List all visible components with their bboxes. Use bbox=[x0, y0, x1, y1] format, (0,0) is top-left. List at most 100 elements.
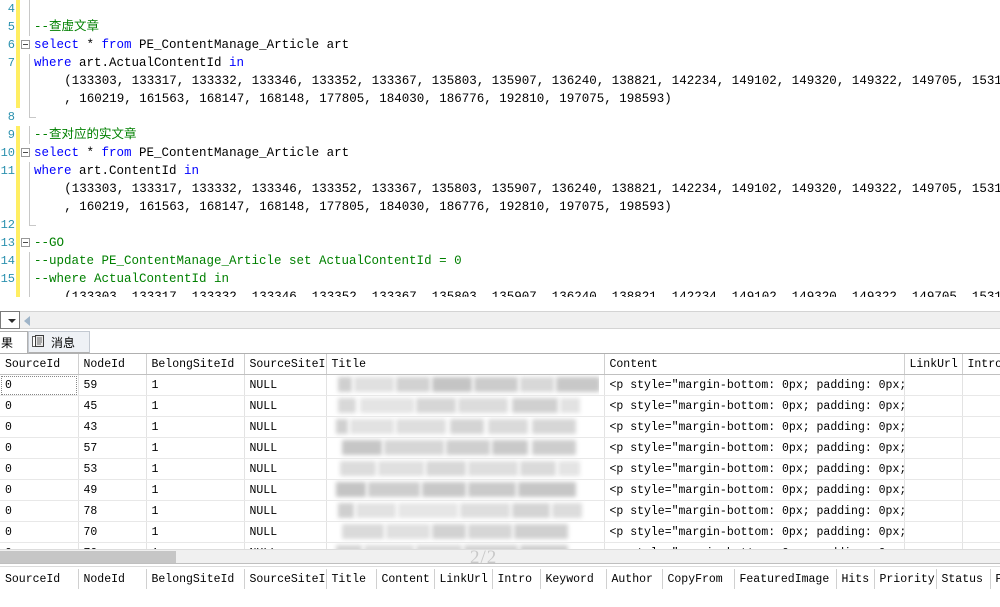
cell-nodeid[interactable]: 70 bbox=[78, 522, 146, 543]
footer-column-header[interactable]: Content bbox=[376, 569, 434, 589]
cell-title-redacted[interactable] bbox=[326, 417, 604, 438]
tab-results[interactable]: 果 bbox=[0, 331, 28, 353]
cell-sourceid[interactable]: 0 bbox=[0, 459, 78, 480]
cell-belongsiteid[interactable]: 1 bbox=[146, 375, 244, 396]
code-line[interactable]: 11where art.ContentId in bbox=[0, 162, 1000, 180]
code-line[interactable]: 13--GO bbox=[0, 234, 1000, 252]
cell-sourcesiteid[interactable]: NULL bbox=[244, 501, 326, 522]
footer-column-header[interactable]: Author bbox=[606, 569, 662, 589]
grid-column-header[interactable]: SourceId bbox=[0, 354, 78, 375]
cell-title-redacted[interactable] bbox=[326, 396, 604, 417]
cell-intro[interactable] bbox=[962, 417, 1000, 438]
editor-results-splitter[interactable] bbox=[0, 297, 1000, 311]
cell-nodeid[interactable]: 49 bbox=[78, 480, 146, 501]
table-row[interactable]: 0431NULL<p style="margin-bottom: 0px; pa… bbox=[0, 417, 1000, 438]
results-view-combo[interactable] bbox=[0, 311, 20, 329]
footer-column-header[interactable]: Priority bbox=[874, 569, 936, 589]
cell-intro[interactable] bbox=[962, 375, 1000, 396]
cell-sourceid[interactable]: 0 bbox=[0, 480, 78, 501]
cell-linkurl[interactable] bbox=[904, 501, 962, 522]
sql-code-area[interactable]: 45--查虚文章6select * from PE_ContentManage_… bbox=[0, 0, 1000, 297]
code-line[interactable]: 7where art.ActualContentId in bbox=[0, 54, 1000, 72]
collapse-toggle-icon[interactable] bbox=[21, 40, 30, 49]
grid-column-header[interactable]: SourceSiteId bbox=[244, 354, 326, 375]
grid-column-header[interactable]: BelongSiteId bbox=[146, 354, 244, 375]
code-line[interactable]: 6select * from PE_ContentManage_Article … bbox=[0, 36, 1000, 54]
table-row[interactable]: 0531NULL<p style="margin-bottom: 0px; pa… bbox=[0, 459, 1000, 480]
table-row[interactable]: 0781NULL<p style="margin-bottom: 0px; pa… bbox=[0, 501, 1000, 522]
cell-belongsiteid[interactable]: 1 bbox=[146, 501, 244, 522]
cell-content[interactable]: <p style="margin-bottom: 0px; padding: 0… bbox=[604, 396, 904, 417]
cell-sourcesiteid[interactable]: NULL bbox=[244, 438, 326, 459]
footer-column-header[interactable]: Title bbox=[326, 569, 376, 589]
cell-sourcesiteid[interactable]: NULL bbox=[244, 480, 326, 501]
cell-sourceid[interactable]: 0 bbox=[0, 375, 78, 396]
cell-sourceid[interactable]: 0 bbox=[0, 522, 78, 543]
cell-content[interactable]: <p style="margin-bottom: 0px; padding: 0… bbox=[604, 438, 904, 459]
cell-linkurl[interactable] bbox=[904, 438, 962, 459]
cell-nodeid[interactable]: 53 bbox=[78, 459, 146, 480]
footer-column-header[interactable]: SourceId bbox=[0, 569, 78, 589]
code-line[interactable]: 9--查对应的实文章 bbox=[0, 126, 1000, 144]
grid-scroll-thumb[interactable] bbox=[0, 551, 176, 563]
cell-linkurl[interactable] bbox=[904, 396, 962, 417]
code-line[interactable]: (133303, 133317, 133332, 133346, 133352,… bbox=[0, 72, 1000, 90]
cell-sourcesiteid[interactable]: NULL bbox=[244, 417, 326, 438]
code-line[interactable]: (133303, 133317, 133332, 133346, 133352,… bbox=[0, 180, 1000, 198]
grid-column-header[interactable]: Intro bbox=[962, 354, 1000, 375]
cell-linkurl[interactable] bbox=[904, 522, 962, 543]
footer-column-header[interactable]: CopyFrom bbox=[662, 569, 734, 589]
cell-sourceid[interactable]: 0 bbox=[0, 438, 78, 459]
back-arrow-icon[interactable] bbox=[24, 316, 30, 326]
code-line[interactable]: 14--update PE_ContentManage_Article set … bbox=[0, 252, 1000, 270]
cell-sourceid[interactable]: 0 bbox=[0, 417, 78, 438]
code-line[interactable]: 10select * from PE_ContentManage_Article… bbox=[0, 144, 1000, 162]
footer-column-header[interactable]: BelongSiteId bbox=[146, 569, 244, 589]
cell-linkurl[interactable] bbox=[904, 375, 962, 396]
footer-column-header[interactable]: NodeId bbox=[78, 569, 146, 589]
cell-belongsiteid[interactable]: 1 bbox=[146, 522, 244, 543]
cell-title-redacted[interactable] bbox=[326, 459, 604, 480]
code-line[interactable]: 5--查虚文章 bbox=[0, 18, 1000, 36]
code-line[interactable]: 4 bbox=[0, 0, 1000, 18]
cell-belongsiteid[interactable]: 1 bbox=[146, 480, 244, 501]
cell-content[interactable]: <p style="margin-bottom: 0px; padding: 0… bbox=[604, 417, 904, 438]
cell-content[interactable]: <p style="margin-bottom: 0px; padding: 0… bbox=[604, 522, 904, 543]
footer-column-header[interactable]: PublishTime bbox=[990, 569, 1000, 589]
footer-column-header[interactable]: Hits bbox=[836, 569, 874, 589]
cell-intro[interactable] bbox=[962, 501, 1000, 522]
cell-sourceid[interactable]: 0 bbox=[0, 396, 78, 417]
cell-nodeid[interactable]: 78 bbox=[78, 501, 146, 522]
cell-content[interactable]: <p style="margin-bottom: 0px; padding: 0… bbox=[604, 480, 904, 501]
table-row[interactable]: 0451NULL <p style="margin-bottom: 0px; pa… bbox=[0, 396, 1000, 417]
code-line[interactable]: (133303, 133317, 133332, 133346, 133352,… bbox=[0, 288, 1000, 297]
code-line[interactable]: 8 bbox=[0, 108, 1000, 126]
cell-belongsiteid[interactable]: 1 bbox=[146, 417, 244, 438]
cell-title-redacted[interactable] bbox=[326, 522, 604, 543]
cell-sourcesiteid[interactable]: NULL bbox=[244, 396, 326, 417]
cell-title-redacted[interactable] bbox=[326, 438, 604, 459]
cell-nodeid[interactable]: 57 bbox=[78, 438, 146, 459]
cell-content[interactable]: <p style="margin-bottom: 0px; padding: 0… bbox=[604, 375, 904, 396]
footer-column-header[interactable]: Keyword bbox=[540, 569, 606, 589]
cell-linkurl[interactable] bbox=[904, 459, 962, 480]
cell-linkurl[interactable] bbox=[904, 480, 962, 501]
cell-belongsiteid[interactable]: 1 bbox=[146, 459, 244, 480]
results-tabstrip[interactable]: 果 消息 bbox=[0, 331, 1000, 353]
grid-horizontal-scrollbar[interactable] bbox=[0, 549, 1000, 564]
cell-belongsiteid[interactable]: 1 bbox=[146, 438, 244, 459]
cell-belongsiteid[interactable]: 1 bbox=[146, 396, 244, 417]
footer-column-header[interactable]: Intro bbox=[492, 569, 540, 589]
cell-title-redacted[interactable] bbox=[326, 480, 604, 501]
cell-nodeid[interactable]: 45 bbox=[78, 396, 146, 417]
footer-column-header[interactable]: Status bbox=[936, 569, 990, 589]
grid-column-header[interactable]: Content bbox=[604, 354, 904, 375]
cell-content[interactable]: <p style="margin-bottom: 0px; padding: 0… bbox=[604, 459, 904, 480]
code-line[interactable]: 15--where ActualContentId in bbox=[0, 270, 1000, 288]
code-line[interactable]: , 160219, 161563, 168147, 168148, 177805… bbox=[0, 90, 1000, 108]
cell-title-redacted[interactable] bbox=[326, 375, 604, 396]
results-grid[interactable]: SourceIdNodeIdBelongSiteIdSourceSiteIdTi… bbox=[0, 353, 1000, 554]
cell-intro[interactable] bbox=[962, 396, 1000, 417]
table-row[interactable]: 0571NULL <p style="margin-bottom: 0px; pa… bbox=[0, 438, 1000, 459]
grid-column-header[interactable]: LinkUrl bbox=[904, 354, 962, 375]
